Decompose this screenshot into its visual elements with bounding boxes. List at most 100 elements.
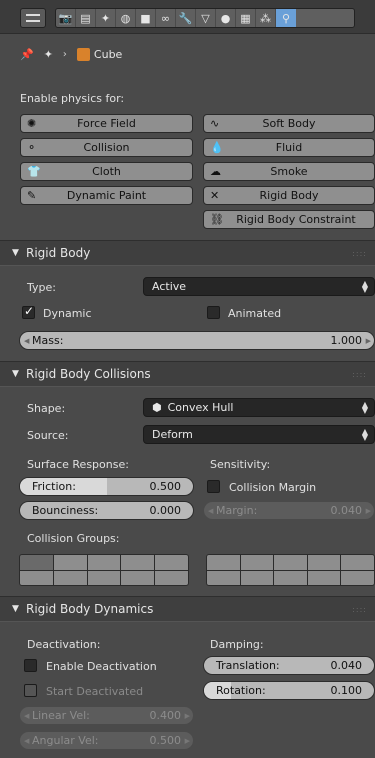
- force-field-button[interactable]: ✺ Force Field: [20, 114, 193, 133]
- damping-label: Damping:: [210, 638, 264, 651]
- rigid-body-constraint-button[interactable]: ⛓ Rigid Body Constraint: [203, 210, 375, 229]
- increment-arrow-icon: ▶: [184, 711, 190, 720]
- physics-icon[interactable]: ⚲: [276, 9, 296, 27]
- rotation-field[interactable]: Rotation: 0.100: [203, 681, 375, 700]
- mass-field[interactable]: ◀ Mass: 1.000 ▶: [19, 331, 375, 350]
- sensitivity-label: Sensitivity:: [210, 458, 271, 471]
- collision-groups-grid-right[interactable]: [206, 554, 375, 586]
- dropdown-value: Convex Hull: [167, 401, 234, 414]
- texture-icon[interactable]: ▦: [236, 9, 256, 27]
- field-value: 0.000: [149, 504, 182, 517]
- scene-icon: ✦: [43, 47, 53, 61]
- pin-icon[interactable]: 📌: [20, 48, 34, 61]
- rigid-body-button[interactable]: ✕ Rigid Body: [203, 186, 375, 205]
- increment-arrow-icon: ▶: [184, 736, 190, 745]
- material-icon[interactable]: ●: [216, 9, 236, 27]
- decrement-arrow-icon: ◀: [208, 506, 214, 515]
- button-label: Soft Body: [262, 117, 316, 130]
- enable-physics-label: Enable physics for:: [20, 92, 125, 105]
- increment-arrow-icon[interactable]: ▶: [366, 337, 371, 345]
- smoke-icon: ☁: [210, 165, 221, 178]
- dynamic-paint-button[interactable]: ✎ Dynamic Paint: [20, 186, 193, 205]
- animated-checkbox[interactable]: [207, 306, 220, 319]
- drag-grip-icon[interactable]: ::::: [352, 605, 367, 614]
- bounciness-field[interactable]: Bounciness: 0.000: [19, 501, 194, 520]
- updown-arrows-icon: ▲ ▼: [361, 426, 368, 442]
- drag-grip-icon[interactable]: ::::: [352, 249, 367, 258]
- button-label: Rigid Body: [259, 189, 319, 202]
- convex-hull-icon: ⬢: [152, 401, 162, 414]
- breadcrumb-object: Cube: [76, 47, 123, 61]
- button-label: Fluid: [275, 141, 303, 154]
- start-deactivated-label: Start Deactivated: [46, 685, 144, 698]
- field-value: 0.040: [330, 659, 363, 672]
- object-name: Cube: [93, 47, 123, 61]
- object-icon[interactable]: ■: [136, 9, 156, 27]
- dynamic-checkbox[interactable]: [22, 304, 35, 319]
- field-label: Translation:: [216, 659, 280, 672]
- constraints-icon[interactable]: ∞: [156, 9, 176, 27]
- soft-body-icon: ∿: [210, 117, 220, 130]
- enable-deactivation-checkbox[interactable]: [24, 659, 37, 672]
- render-layers-icon[interactable]: ▤: [76, 9, 96, 27]
- world-icon[interactable]: ◍: [116, 9, 136, 27]
- start-deactivated-checkbox: [24, 684, 37, 697]
- deactivation-label: Deactivation:: [27, 638, 101, 651]
- collision-icon: ⚬: [27, 141, 37, 154]
- triangle-down-icon: ▼: [12, 369, 19, 379]
- scene-icon[interactable]: ✦: [96, 9, 116, 27]
- shape-dropdown[interactable]: ⬢ Convex Hull ▲ ▼: [143, 398, 375, 417]
- field-value: 1.000: [330, 334, 363, 347]
- type-label: Type:: [27, 281, 56, 294]
- angular-vel-field: ◀ Angular Vel: 0.500 ▶: [19, 731, 194, 750]
- collision-button[interactable]: ⚬ Collision: [20, 138, 193, 157]
- soft-body-button[interactable]: ∿ Soft Body: [203, 114, 375, 133]
- button-label: Smoke: [270, 165, 308, 178]
- decrement-arrow-icon: ◀: [24, 711, 30, 720]
- field-label: Margin:: [216, 504, 258, 517]
- rigid-body-panel-header[interactable]: ▼ Rigid Body ::::: [0, 240, 375, 266]
- chevron-right-icon: ›: [62, 48, 67, 60]
- link-icon: ⛓: [210, 213, 224, 226]
- field-value: 0.400: [149, 709, 182, 722]
- droplet-icon: 💧: [210, 141, 224, 154]
- cloth-icon: 👕: [27, 165, 41, 178]
- close-icon: ✕: [210, 189, 220, 202]
- triangle-down-icon: ▼: [12, 248, 19, 258]
- field-label: Bounciness:: [32, 504, 99, 517]
- cube-icon: [76, 47, 90, 61]
- rigid-body-collisions-panel-header[interactable]: ▼ Rigid Body Collisions ::::: [0, 361, 375, 387]
- margin-field: ◀ Margin: 0.040 ▶: [203, 501, 375, 520]
- fluid-button[interactable]: 💧 Fluid: [203, 138, 375, 157]
- field-label: Mass:: [32, 334, 64, 347]
- button-label: Force Field: [77, 117, 136, 130]
- collision-groups-grid-left[interactable]: [19, 554, 189, 586]
- translation-field[interactable]: Translation: 0.040: [203, 656, 375, 675]
- shape-label: Shape:: [27, 402, 66, 415]
- field-value: 0.500: [149, 480, 182, 493]
- drag-grip-icon[interactable]: ::::: [352, 370, 367, 379]
- properties-toolbar: 📷 ▤ ✦ ◍ ■ ∞ 🔧 ▽ ● ▦ ⁂ ⚲: [0, 0, 375, 34]
- render-icon[interactable]: 📷: [56, 9, 76, 27]
- collision-margin-checkbox[interactable]: [207, 480, 220, 493]
- type-dropdown[interactable]: Active ▲ ▼: [143, 277, 375, 296]
- editor-type-menu-button[interactable]: [20, 8, 46, 28]
- panel-title: Rigid Body: [26, 246, 91, 260]
- dropdown-value: Deform: [152, 428, 193, 441]
- properties-context-tabs: 📷 ▤ ✦ ◍ ■ ∞ 🔧 ▽ ● ▦ ⁂ ⚲: [55, 8, 355, 28]
- smoke-button[interactable]: ☁ Smoke: [203, 162, 375, 181]
- rigid-body-dynamics-panel-header[interactable]: ▼ Rigid Body Dynamics ::::: [0, 596, 375, 622]
- cloth-button[interactable]: 👕 Cloth: [20, 162, 193, 181]
- updown-arrows-icon: ▲ ▼: [361, 399, 368, 415]
- collision-groups-label: Collision Groups:: [27, 532, 120, 545]
- friction-field[interactable]: Friction: 0.500: [19, 477, 194, 496]
- particles-icon[interactable]: ⁂: [256, 9, 276, 27]
- modifiers-icon[interactable]: 🔧: [176, 9, 196, 27]
- decrement-arrow-icon[interactable]: ◀: [24, 337, 29, 345]
- field-label: Angular Vel:: [32, 734, 99, 747]
- panel-title: Rigid Body Dynamics: [26, 602, 154, 616]
- field-value: 0.100: [330, 684, 363, 697]
- source-dropdown[interactable]: Deform ▲ ▼: [143, 425, 375, 444]
- data-icon[interactable]: ▽: [196, 9, 216, 27]
- animated-label: Animated: [228, 307, 282, 320]
